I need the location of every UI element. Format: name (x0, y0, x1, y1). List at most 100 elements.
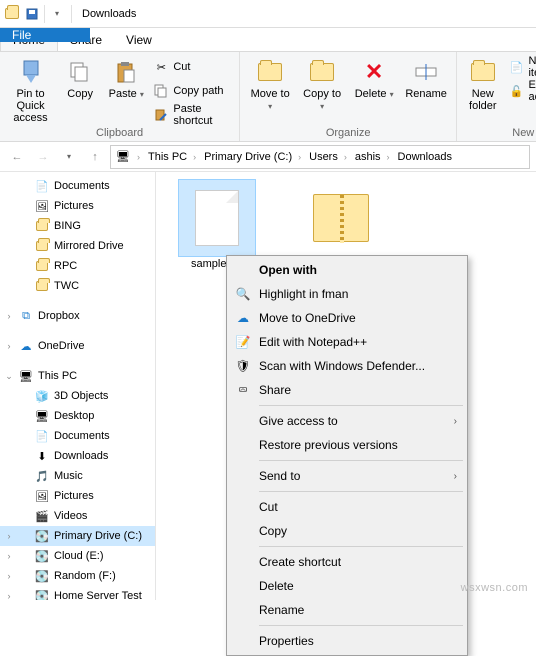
new-folder-button[interactable]: New folder (463, 56, 502, 114)
tree-rpc[interactable]: RPC (0, 256, 155, 276)
tree-music[interactable]: 🎵Music (0, 466, 155, 486)
ctx-open-with[interactable]: Open with (229, 258, 465, 282)
tree-documents[interactable]: 📄Documents (0, 176, 155, 196)
copy-to-icon (308, 58, 336, 86)
ctx-separator (259, 460, 463, 461)
ctx-separator (259, 491, 463, 492)
rename-icon (412, 58, 440, 86)
ctx-defender[interactable]: 🛡Scan with Windows Defender... (229, 354, 465, 378)
ctx-properties[interactable]: Properties (229, 629, 465, 653)
tree-videos[interactable]: 🎬Videos (0, 506, 155, 526)
group-clipboard: Pin to Quick access Copy Paste ▾ ✂ Cut C… (0, 52, 240, 141)
crumb-ashis[interactable]: ashis (349, 151, 385, 163)
tab-file[interactable]: File (0, 28, 90, 42)
paste-button[interactable]: Paste ▾ (105, 56, 147, 102)
tree-pictures[interactable]: 🖼Pictures (0, 196, 155, 216)
ctx-send-to[interactable]: Send to› (229, 464, 465, 488)
ctx-separator (259, 405, 463, 406)
move-to-button[interactable]: Move to ▾ (246, 56, 294, 114)
title-bar: ▾ Downloads (0, 0, 536, 28)
pin-to-quick-access-button[interactable]: Pin to Quick access (6, 56, 55, 126)
tree-documents-pc[interactable]: 📄Documents (0, 426, 155, 446)
tree-this-pc[interactable]: ⌄🖥This PC (0, 366, 155, 386)
paste-shortcut-button[interactable]: Paste shortcut (151, 104, 233, 126)
ctx-copy[interactable]: Copy (229, 519, 465, 543)
copy-icon (66, 58, 94, 86)
delete-icon: ✕ (360, 58, 388, 86)
ctx-create-shortcut[interactable]: Create shortcut (229, 550, 465, 574)
ctx-notepad[interactable]: 📝Edit with Notepad++ (229, 330, 465, 354)
nav-up-button[interactable]: ↑ (84, 146, 106, 168)
file-icon (195, 190, 239, 246)
ctx-separator (259, 546, 463, 547)
folder-icon (4, 6, 20, 22)
tree-random-f[interactable]: ›💽Random (F:) (0, 566, 155, 586)
ribbon-tabs: File Home Share View (0, 28, 536, 52)
chevron-right-icon: › (454, 416, 457, 427)
notepad-icon: 📝 (235, 334, 251, 350)
crumb-primary-drive[interactable]: Primary Drive (C:) (198, 151, 296, 163)
copy-button[interactable]: Copy (59, 56, 101, 102)
qat-dropdown-icon[interactable]: ▾ (49, 6, 65, 22)
new-item-button[interactable]: 📄 New item▾ (506, 56, 536, 78)
ctx-give-access[interactable]: Give access to› (229, 409, 465, 433)
delete-button[interactable]: ✕ Delete ▾ (350, 56, 398, 102)
fman-icon: 🔍 (235, 286, 251, 302)
tree-downloads[interactable]: ⬇Downloads (0, 446, 155, 466)
pin-icon (17, 58, 45, 86)
tree-cloud-e[interactable]: ›💽Cloud (E:) (0, 546, 155, 566)
tree-pictures-pc[interactable]: 🖼Pictures (0, 486, 155, 506)
tree-mirrored[interactable]: Mirrored Drive (0, 236, 155, 256)
ctx-cut[interactable]: Cut (229, 495, 465, 519)
paste-icon (112, 58, 140, 86)
zip-icon (313, 194, 369, 242)
tree-home-server[interactable]: ›💽Home Server Test (0, 586, 155, 600)
cut-button[interactable]: ✂ Cut (151, 56, 233, 78)
nav-recent-button[interactable]: ▾ (58, 146, 80, 168)
crumb-this-pc[interactable]: This PC (142, 151, 191, 163)
ctx-restore[interactable]: Restore previous versions (229, 433, 465, 457)
breadcrumb[interactable]: 🖥 › This PC› Primary Drive (C:)› Users› … (110, 145, 530, 169)
tree-desktop[interactable]: 🖥Desktop (0, 406, 155, 426)
new-item-icon: 📄 (508, 59, 524, 75)
nav-forward-button[interactable]: → (32, 146, 54, 168)
tree-dropbox[interactable]: ›⧉Dropbox (0, 306, 155, 326)
onedrive-icon: ☁ (235, 310, 251, 326)
easy-access-button[interactable]: 🔓 Easy access▾ (506, 80, 536, 102)
rename-button[interactable]: Rename (402, 56, 450, 102)
shield-icon: 🛡 (235, 358, 251, 374)
ctx-move-onedrive[interactable]: ☁Move to OneDrive (229, 306, 465, 330)
tree-twc[interactable]: TWC (0, 276, 155, 296)
crumb-users[interactable]: Users (303, 151, 342, 163)
new-folder-icon (469, 58, 497, 86)
tree-bing[interactable]: BING (0, 216, 155, 236)
ctx-delete[interactable]: Delete (229, 574, 465, 598)
group-new: New folder 📄 New item▾ 🔓 Easy access▾ Ne… (457, 52, 536, 141)
window-title: Downloads (78, 8, 136, 20)
tab-view[interactable]: View (114, 28, 164, 51)
address-bar: ← → ▾ ↑ 🖥 › This PC› Primary Drive (C:)›… (0, 142, 536, 172)
scissors-icon: ✂ (153, 59, 169, 75)
ctx-share[interactable]: ⮹Share (229, 378, 465, 402)
pc-icon: 🖥 (115, 149, 131, 165)
copy-path-icon (153, 83, 169, 99)
crumb-downloads[interactable]: Downloads (392, 151, 456, 163)
group-label-clipboard: Clipboard (6, 126, 233, 141)
ctx-fman[interactable]: 🔍Highlight in fman (229, 282, 465, 306)
group-organize: Move to ▾ Copy to ▾ ✕ Delete ▾ Rename Or… (240, 52, 457, 141)
easy-access-icon: 🔓 (508, 83, 524, 99)
tree-onedrive[interactable]: ›☁OneDrive (0, 336, 155, 356)
copy-path-button[interactable]: Copy path (151, 80, 233, 102)
nav-back-button[interactable]: ← (6, 146, 28, 168)
ctx-separator (259, 625, 463, 626)
quick-access-save-icon[interactable] (24, 6, 40, 22)
group-label-new: New (463, 126, 536, 141)
tree-3d-objects[interactable]: 🧊3D Objects (0, 386, 155, 406)
copy-to-button[interactable]: Copy to ▾ (298, 56, 346, 114)
tree-primary-drive[interactable]: ›💽Primary Drive (C:) (0, 526, 155, 546)
context-menu: Open with 🔍Highlight in fman ☁Move to On… (226, 255, 468, 656)
group-label-organize: Organize (246, 126, 450, 141)
share-icon: ⮹ (235, 382, 251, 398)
navigation-tree[interactable]: 📄Documents 🖼Pictures BING Mirrored Drive… (0, 172, 156, 600)
ctx-rename[interactable]: Rename (229, 598, 465, 622)
